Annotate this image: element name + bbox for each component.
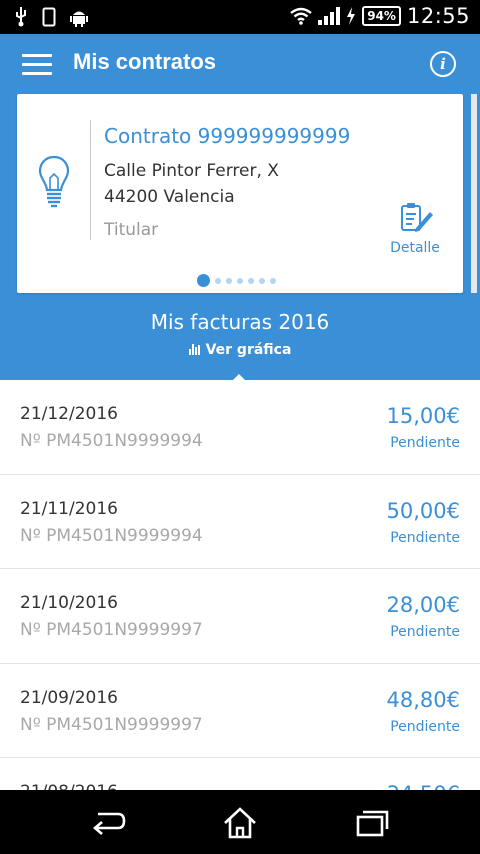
page-title: Mis contratos — [73, 49, 217, 74]
carousel-dot[interactable] — [270, 277, 276, 284]
invoice-row[interactable]: 21/09/2016 Nº PM4501N9999997 48,80€ Pend… — [0, 664, 480, 758]
invoice-amount: 28,00€ — [386, 593, 460, 617]
carousel-dot[interactable] — [259, 277, 265, 284]
wifi-icon — [290, 7, 312, 25]
invoices-title: Mis facturas 2016 — [150, 310, 330, 334]
info-icon[interactable]: i — [430, 51, 456, 77]
clock: 12:55 — [406, 4, 470, 28]
view-chart-link[interactable]: Ver gráfica — [0, 342, 480, 358]
holder-label: Titular — [104, 220, 159, 240]
invoice-number: Nº PM4501N9999994 — [20, 431, 203, 451]
invoice-list[interactable]: 21/12/2016 Nº PM4501N9999994 15,00€ Pend… — [0, 380, 480, 790]
app-bar: Mis contratos i — [0, 34, 480, 94]
usb-icon — [16, 7, 26, 27]
detail-button[interactable]: Detalle — [389, 202, 441, 256]
contract-card[interactable]: Contrato 999999999999 Calle Pintor Ferre… — [17, 94, 463, 293]
contract-number: Contrato 999999999999 — [104, 124, 351, 148]
invoice-amount: 15,00€ — [386, 404, 460, 428]
invoice-status: Pendiente — [390, 624, 460, 640]
invoice-amount: 48,80€ — [386, 687, 460, 712]
phone-icon — [42, 7, 56, 27]
detail-label: Detalle — [390, 240, 440, 256]
lightbulb-icon — [38, 155, 70, 208]
system-nav-bar — [0, 790, 480, 854]
invoice-row[interactable]: 21/10/2016 Nº PM4501N9999997 28,00€ Pend… — [0, 569, 480, 664]
signal-icon — [318, 7, 341, 25]
recent-apps-icon[interactable] — [352, 806, 392, 840]
android-icon — [70, 11, 88, 27]
carousel-dot[interactable] — [237, 277, 243, 284]
carousel-dot[interactable] — [226, 277, 232, 284]
view-chart-label: Ver gráfica — [205, 342, 292, 358]
invoice-date: 21/08/2016 — [20, 782, 118, 790]
invoice-amount: 34,50€ — [387, 782, 460, 790]
address-city: 44200 Valencia — [104, 187, 235, 207]
home-icon[interactable] — [220, 806, 260, 840]
charging-icon — [347, 7, 356, 25]
invoice-row[interactable]: 21/08/2016 34,50€ — [0, 758, 480, 790]
invoice-date: 21/12/2016 — [20, 404, 118, 424]
carousel-dot[interactable] — [197, 274, 210, 287]
next-card-peek[interactable] — [471, 94, 477, 293]
address-street: Calle Pintor Ferrer, X — [104, 161, 279, 181]
invoice-number: Nº PM4501N9999994 — [20, 525, 203, 546]
contract-header: Contrato 999999999999 Calle Pintor Ferre… — [0, 94, 480, 380]
carousel-dot[interactable] — [215, 277, 221, 284]
bar-chart-icon — [188, 344, 200, 355]
invoice-status: Pendiente — [390, 435, 460, 451]
invoice-date: 21/11/2016 — [20, 498, 118, 519]
invoice-row[interactable]: 21/11/2016 Nº PM4501N9999994 50,00€ Pend… — [0, 475, 480, 569]
hamburger-menu-icon[interactable] — [22, 54, 52, 76]
invoice-date: 21/09/2016 — [20, 687, 118, 708]
battery-icon: 94% — [362, 6, 401, 26]
invoice-status: Pendiente — [390, 718, 460, 735]
card-divider — [90, 120, 91, 240]
back-icon[interactable] — [88, 806, 128, 840]
invoice-status: Pendiente — [390, 529, 460, 546]
invoice-amount: 50,00€ — [386, 498, 460, 523]
carousel-indicator — [197, 274, 276, 287]
document-edit-icon — [401, 203, 433, 232]
invoice-row[interactable]: 21/12/2016 Nº PM4501N9999994 15,00€ Pend… — [0, 380, 480, 475]
carousel-dot[interactable] — [248, 277, 254, 284]
invoice-number: Nº PM4501N9999997 — [20, 620, 203, 640]
invoice-number: Nº PM4501N9999997 — [20, 714, 203, 735]
invoice-date: 21/10/2016 — [20, 593, 118, 613]
status-bar: 94% 12:55 — [0, 0, 480, 34]
